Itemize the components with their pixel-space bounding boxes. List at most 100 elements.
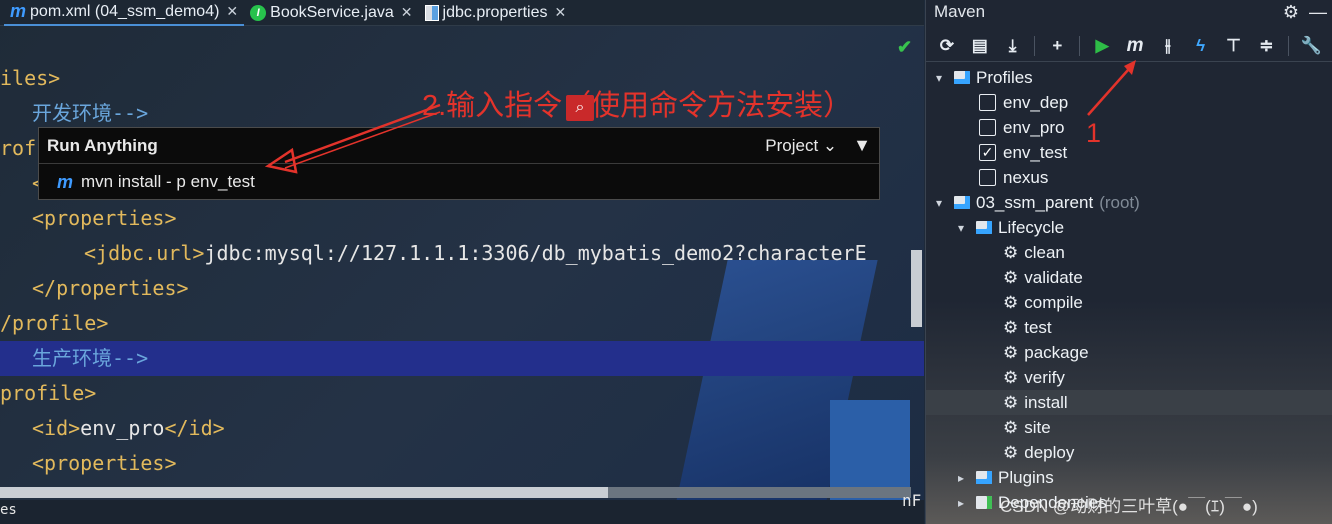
lifecycle-install[interactable]: ⚙ install [926, 390, 1332, 415]
tree-label: Plugins [998, 467, 1054, 487]
close-icon[interactable]: ✕ [554, 4, 566, 21]
lifecycle-test[interactable]: ⚙ test [926, 315, 1332, 340]
tab-label: pom.xml (04_ssm_demo4) [30, 2, 220, 20]
editor-panel[interactable]: m pom.xml (04_ssm_demo4) ✕ I BookService… [0, 0, 924, 524]
tree-label: Lifecycle [998, 217, 1065, 237]
toolbar-divider [1034, 35, 1036, 56]
code-line[interactable]: <properties> [32, 201, 177, 236]
collapse-all-icon[interactable]: ≑ [1255, 35, 1277, 57]
vertical-scrollbar[interactable] [911, 250, 922, 327]
chevron-down-icon: ▾ [935, 195, 943, 210]
tab-label: jdbc.properties [442, 3, 548, 21]
tree-lifecycle[interactable]: ▾ Lifecycle [926, 215, 1332, 240]
close-icon[interactable]: ✕ [226, 3, 238, 20]
horizontal-scrollbar-track[interactable] [608, 487, 911, 498]
tree-profiles[interactable]: ▾ Profiles [926, 65, 1332, 90]
code-line[interactable]: <id>env_pro</id> [32, 411, 225, 446]
maven-icon: m [57, 171, 74, 192]
tree-label: Profiles [976, 67, 1033, 87]
search-icon[interactable]: ⌕ [566, 95, 594, 121]
phase-label: install [1024, 392, 1068, 412]
tree-project-root[interactable]: ▾ 03_ssm_parent (root) [926, 190, 1332, 215]
filter-icon[interactable]: ▼ [853, 135, 871, 156]
gear-icon: ⚙ [1003, 417, 1019, 437]
chevron-right-icon: ▸ [957, 470, 965, 485]
close-icon[interactable]: ✕ [401, 4, 413, 21]
reload-icon[interactable]: ⟳ [936, 35, 958, 57]
phase-label: test [1024, 317, 1052, 337]
skip-tests-icon[interactable]: ϟ [1190, 35, 1212, 57]
phase-label: package [1024, 342, 1089, 362]
minimize-icon[interactable]: — [1309, 2, 1327, 23]
show-dependencies-icon[interactable]: ⊤ [1223, 35, 1245, 57]
toggle-offline-icon[interactable]: ⫲ [1157, 35, 1179, 57]
phase-label: verify [1024, 367, 1065, 387]
phase-label: site [1024, 417, 1051, 437]
popup-title: Run Anything [47, 135, 158, 155]
code-line[interactable]: 开发环境--> [32, 96, 148, 131]
chevron-down-icon: ▾ [935, 70, 943, 85]
popup-command-item[interactable]: m mvn install - p env_test [39, 164, 879, 200]
profile-env-test[interactable]: ✓ env_test [926, 140, 1332, 165]
code-line[interactable]: /profile> [0, 306, 108, 341]
tab-bookservice[interactable]: I BookService.java ✕ [244, 0, 418, 26]
lifecycle-deploy[interactable]: ⚙ deploy [926, 440, 1332, 465]
profile-checkbox[interactable] [979, 169, 996, 186]
lifecycle-package[interactable]: ⚙ package [926, 340, 1332, 365]
bottom-strip [0, 500, 924, 524]
wrench-icon[interactable]: 🔧 [1300, 35, 1322, 57]
annotation-step-2: 2.输入指令（使用命令方法安装） [422, 90, 853, 122]
bottom-text: es [0, 502, 17, 518]
background-art-block [830, 400, 910, 500]
download-icon[interactable]: ⤓ [1002, 35, 1024, 57]
maven-module-icon [954, 196, 970, 209]
profile-checkbox[interactable] [979, 119, 996, 136]
chevron-down-icon: ▾ [957, 220, 965, 235]
phase-label: clean [1024, 242, 1065, 262]
code-line[interactable]: <properties> [32, 446, 177, 481]
code-line[interactable]: 生产环境--> [32, 341, 148, 376]
add-icon[interactable]: + [1046, 35, 1068, 57]
code-line[interactable]: <jdbc.url>jdbc:mysql://127.1.1.1:3306/db… [84, 236, 867, 271]
maven-title: Maven [934, 2, 986, 21]
tab-jdbc-properties[interactable]: jdbc.properties ✕ [419, 0, 573, 26]
profile-label: env_test [1003, 142, 1068, 162]
profile-label: env_pro [1003, 117, 1065, 137]
profile-nexus[interactable]: nexus [926, 165, 1332, 190]
run-icon[interactable]: ▶ [1091, 35, 1113, 57]
gear-icon: ⚙ [1003, 342, 1019, 362]
lifecycle-validate[interactable]: ⚙ validate [926, 265, 1332, 290]
profile-checkbox[interactable] [979, 94, 996, 111]
tree-plugins[interactable]: ▸ Plugins [926, 465, 1332, 490]
lifecycle-site[interactable]: ⚙ site [926, 415, 1332, 440]
profile-env-dep[interactable]: env_dep [926, 90, 1332, 115]
profile-label: env_dep [1003, 92, 1069, 112]
code-line[interactable]: profile> [0, 376, 96, 411]
scope-label: Project [765, 135, 819, 155]
profile-label: nexus [1003, 167, 1049, 187]
lifecycle-compile[interactable]: ⚙ compile [926, 290, 1332, 315]
profiles-icon [954, 71, 970, 84]
lifecycle-clean[interactable]: ⚙ clean [926, 240, 1332, 265]
code-line[interactable]: </properties> [32, 271, 189, 306]
profile-env-pro[interactable]: env_pro [926, 115, 1332, 140]
code-line[interactable]: iles> [0, 61, 60, 96]
toolbar-divider [1288, 35, 1290, 56]
inspection-ok-icon[interactable]: ✔ [897, 37, 912, 58]
command-label: mvn install - p env_test [81, 172, 255, 191]
editor-tab-bar: m pom.xml (04_ssm_demo4) ✕ I BookService… [0, 0, 924, 26]
profile-checkbox-checked[interactable]: ✓ [979, 144, 996, 161]
horizontal-scrollbar-thumb[interactable] [0, 487, 608, 498]
settings-gear-icon[interactable]: ⚙ [1283, 2, 1299, 23]
maven-header: Maven ⚙ — [926, 0, 1332, 24]
tab-pom-xml[interactable]: m pom.xml (04_ssm_demo4) ✕ [4, 0, 245, 26]
generate-sources-icon[interactable]: ▤ [969, 35, 991, 57]
run-anything-popup[interactable]: Run Anything Project ⌄ ▼ m mvn install -… [38, 127, 880, 200]
toolbar-divider [1079, 35, 1081, 56]
execute-maven-goal-icon[interactable]: m [1124, 35, 1146, 57]
lifecycle-verify[interactable]: ⚙ verify [926, 365, 1332, 390]
code-line[interactable]: rof [0, 131, 36, 166]
scope-dropdown[interactable]: Project ⌄ [765, 136, 837, 156]
gear-icon: ⚙ [1003, 267, 1019, 287]
project-label: 03_ssm_parent [976, 192, 1094, 212]
